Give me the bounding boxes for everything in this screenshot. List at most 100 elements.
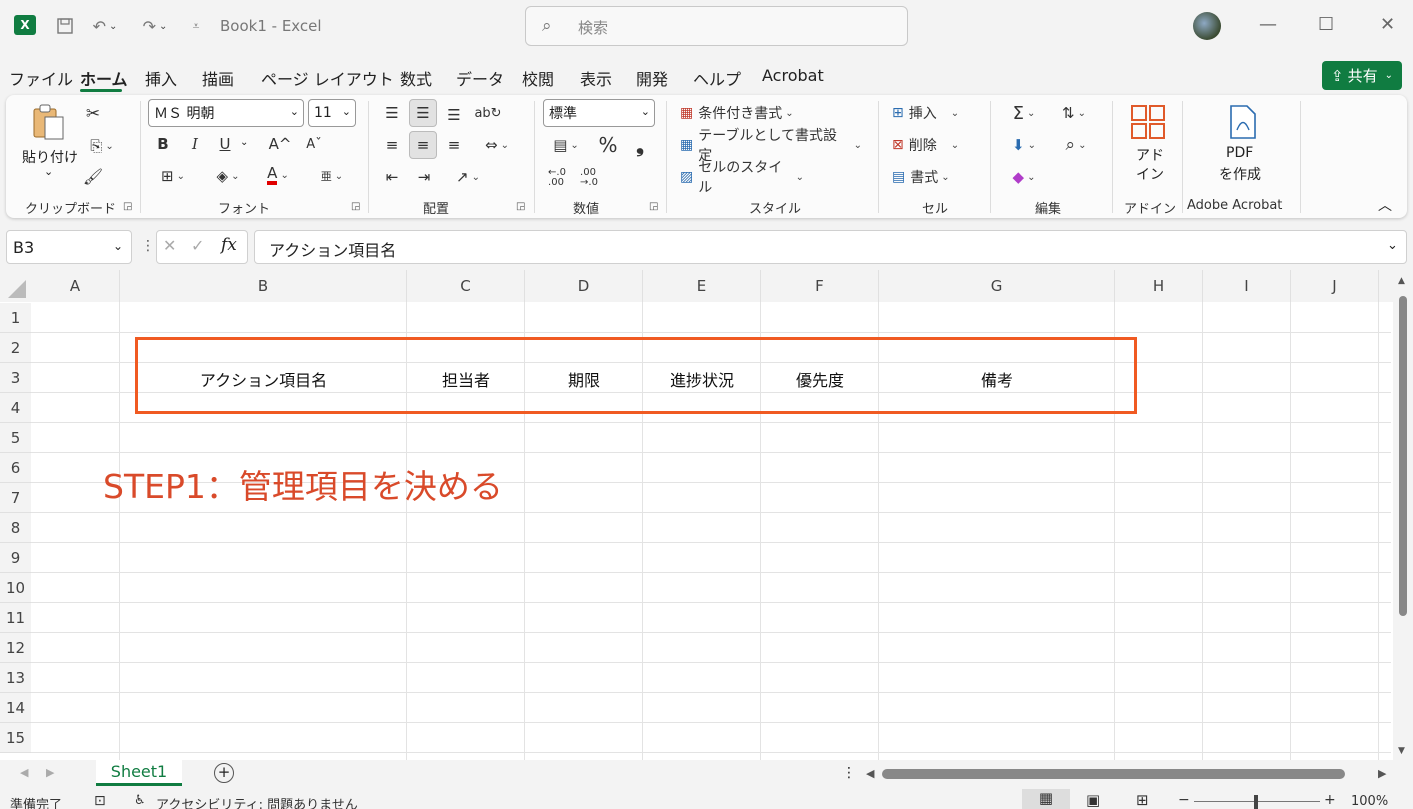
tab-options-icon[interactable]: ⋮ — [842, 765, 856, 781]
column-header-i[interactable]: I — [1203, 270, 1291, 302]
zoom-out-button[interactable]: − — [1178, 792, 1190, 808]
row-header-11[interactable]: 11 — [0, 603, 31, 633]
align-middle-icon[interactable]: ☰ — [409, 99, 437, 127]
tab-home[interactable]: ホーム — [80, 66, 128, 90]
accessibility-icon[interactable]: ♿ — [134, 793, 146, 808]
find-select-icon[interactable]: ⌕ ⌄ — [1054, 133, 1098, 157]
paste-icon[interactable] — [26, 103, 70, 141]
row-header-10[interactable]: 10 — [0, 573, 31, 603]
column-header-f[interactable]: F — [761, 270, 879, 302]
column-header-b[interactable]: B — [120, 270, 407, 302]
row-header-9[interactable]: 9 — [0, 543, 31, 573]
cut-icon[interactable]: ✂ — [82, 103, 104, 125]
underline-dropdown-icon[interactable]: ⌄ — [240, 137, 248, 148]
redo-icon[interactable]: ↷ ⌄ — [136, 14, 174, 38]
add-sheet-button[interactable]: + — [214, 763, 234, 783]
font-size-select[interactable]: 11 ⌄ — [308, 99, 356, 127]
tab-page-layout[interactable]: ページ レイアウト — [261, 66, 394, 90]
row-header-6[interactable]: 6 — [0, 453, 31, 483]
furigana-button[interactable]: 亜 ⌄ — [310, 165, 354, 187]
increase-indent-icon[interactable]: ⇥ — [412, 165, 436, 189]
tab-acrobat[interactable]: Acrobat — [762, 66, 824, 85]
next-sheet-icon[interactable]: ▶ — [46, 766, 54, 779]
clipboard-launcher-icon[interactable]: ◲ — [123, 201, 132, 212]
copy-icon[interactable]: ⎘ ⌄ — [80, 135, 124, 157]
font-name-select[interactable]: ＭＳ 明朝 ⌄ — [148, 99, 304, 127]
underline-button[interactable]: U — [214, 133, 236, 155]
insert-cells-button[interactable]: ⊞ 挿入 ⌄ — [892, 101, 974, 125]
grow-font-button[interactable]: A^ — [268, 133, 292, 155]
zoom-in-button[interactable]: + — [1324, 792, 1336, 808]
collapse-ribbon-icon[interactable]: ︿ — [1378, 195, 1392, 215]
tab-draw[interactable]: 描画 — [202, 66, 234, 90]
orientation-icon[interactable]: ↗ ⌄ — [446, 165, 490, 189]
vertical-scrollbar[interactable]: ▲ ▼ — [1393, 270, 1413, 760]
row-header-12[interactable]: 12 — [0, 633, 31, 663]
macro-record-icon[interactable]: ⊡ — [94, 793, 106, 809]
row-header-13[interactable]: 13 — [0, 663, 31, 693]
scroll-left-icon[interactable]: ◀ — [866, 767, 874, 780]
row-header-14[interactable]: 14 — [0, 693, 31, 723]
row-header-5[interactable]: 5 — [0, 423, 31, 453]
align-right-icon[interactable]: ≡ — [442, 133, 466, 157]
align-center-icon[interactable]: ≡ — [409, 131, 437, 159]
tab-data[interactable]: データ — [456, 66, 504, 90]
align-top-icon[interactable]: ☰ — [380, 101, 404, 125]
delete-cells-button[interactable]: ⊠ 削除 ⌄ — [892, 133, 974, 157]
tab-file[interactable]: ファイル — [9, 66, 73, 90]
column-header-h[interactable]: H — [1115, 270, 1203, 302]
cell-styles-button[interactable]: ▨ セルのスタイル ⌄ — [680, 160, 804, 196]
prev-sheet-icon[interactable]: ◀ — [20, 766, 28, 779]
create-pdf-button-line2[interactable]: を作成 — [1219, 164, 1261, 184]
shrink-font-button[interactable]: Aˇ — [302, 133, 326, 155]
page-layout-view-icon[interactable]: ▣ — [1086, 791, 1100, 809]
share-button[interactable]: ⇪ 共有 ⌄ — [1322, 61, 1402, 90]
increase-decimal-button[interactable]: ←.0 .00 — [544, 165, 570, 191]
align-bottom-icon[interactable]: ☰ — [442, 103, 466, 127]
name-box[interactable]: B3 ⌄ — [6, 230, 132, 264]
wrap-orientation-icon[interactable]: ab↻ — [474, 101, 501, 125]
addins-button-line2[interactable]: イン — [1136, 164, 1164, 184]
sort-filter-icon[interactable]: ⇅ ⌄ — [1052, 101, 1096, 125]
row-header-3[interactable]: 3 — [0, 363, 31, 393]
font-color-button[interactable]: A ⌄ — [256, 163, 300, 187]
row-header-2[interactable]: 2 — [0, 333, 31, 363]
zoom-slider-thumb[interactable] — [1254, 795, 1258, 809]
column-header-j[interactable]: J — [1291, 270, 1379, 302]
row-header-1[interactable]: 1 — [0, 303, 31, 333]
clear-icon[interactable]: ◆ ⌄ — [1004, 165, 1044, 189]
number-format-select[interactable]: 標準 ⌄ — [543, 99, 655, 127]
customize-qat-icon[interactable]: ⩡ — [188, 14, 204, 38]
tab-developer[interactable]: 開発 — [636, 66, 668, 90]
horizontal-scroll-thumb[interactable] — [882, 769, 1345, 779]
borders-icon[interactable]: ⊞ ⌄ — [150, 165, 196, 187]
italic-button[interactable]: I — [184, 133, 206, 155]
create-pdf-button-line1[interactable]: PDF — [1226, 145, 1253, 161]
addins-icon[interactable] — [1129, 103, 1167, 141]
cancel-entry-icon[interactable]: ✕ — [163, 236, 176, 255]
font-launcher-icon[interactable]: ◲ — [351, 201, 360, 212]
tab-insert[interactable]: 挿入 — [145, 66, 177, 90]
page-break-view-icon[interactable]: ⊞ — [1136, 791, 1149, 809]
close-icon[interactable]: ✕ — [1380, 14, 1395, 35]
comma-style-button[interactable]: ❟ — [628, 133, 652, 157]
expand-formula-bar-icon[interactable]: ⌄ — [1387, 238, 1398, 253]
accessibility-status[interactable]: アクセシビリティ: 問題ありません — [156, 794, 358, 809]
bold-button[interactable]: B — [152, 133, 174, 155]
vertical-scroll-thumb[interactable] — [1399, 296, 1407, 616]
confirm-entry-icon[interactable]: ✓ — [191, 236, 204, 255]
row-header-8[interactable]: 8 — [0, 513, 31, 543]
column-header-e[interactable]: E — [643, 270, 761, 302]
normal-view-icon[interactable]: ▦ — [1022, 789, 1070, 809]
search-box[interactable]: ⌕ 検索 — [525, 6, 908, 46]
column-header-c[interactable]: C — [407, 270, 525, 302]
conditional-formatting-button[interactable]: ▦ 条件付き書式 ⌄ — [680, 101, 810, 125]
more-options-icon[interactable]: ⋮ — [141, 238, 155, 254]
undo-icon[interactable]: ↶ ⌄ — [88, 14, 122, 38]
number-launcher-icon[interactable]: ◲ — [649, 201, 658, 212]
decrease-indent-icon[interactable]: ⇤ — [380, 165, 404, 189]
avatar[interactable] — [1193, 12, 1221, 40]
tab-formulas[interactable]: 数式 — [400, 66, 432, 90]
paste-dropdown-icon[interactable]: ⌄ — [44, 165, 53, 178]
column-header-g[interactable]: G — [879, 270, 1115, 302]
